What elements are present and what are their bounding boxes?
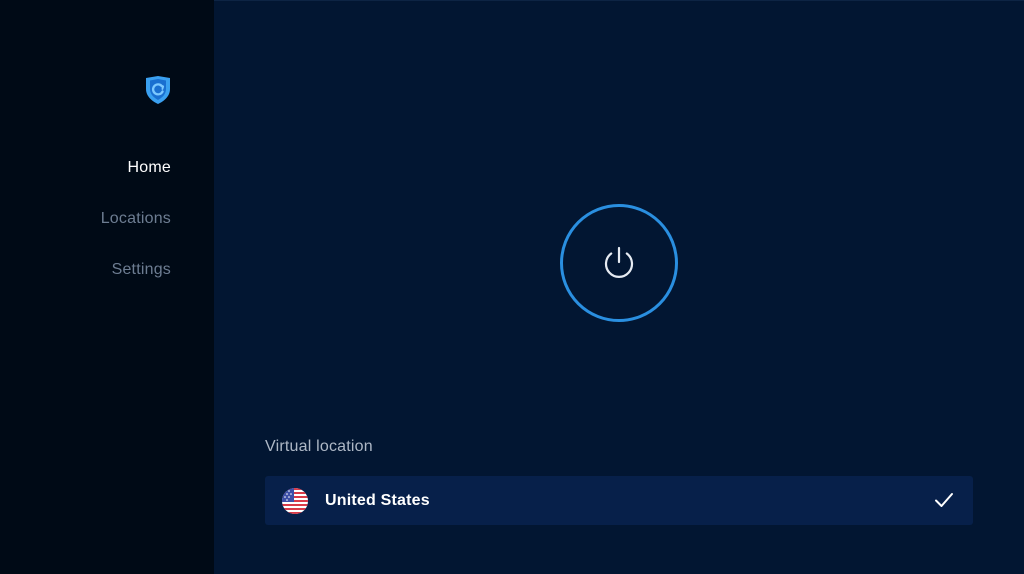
power-icon xyxy=(604,246,634,278)
shield-logo-icon xyxy=(145,75,171,105)
selected-location-name: United States xyxy=(325,491,430,509)
sidebar-item-settings[interactable]: Settings xyxy=(101,258,171,309)
main-panel: Virtual location United States xyxy=(214,0,1024,574)
sidebar-item-locations[interactable]: Locations xyxy=(101,207,171,258)
checkmark-icon xyxy=(934,491,954,509)
us-flag-icon xyxy=(282,487,308,514)
sidebar-nav: Home Locations Settings xyxy=(101,156,171,309)
virtual-location-label: Virtual location xyxy=(265,438,373,455)
virtual-location-selector[interactable]: United States xyxy=(265,476,973,525)
sidebar-item-home[interactable]: Home xyxy=(101,156,171,207)
sidebar: Home Locations Settings xyxy=(0,0,214,574)
app-window: Home Locations Settings Virtual location xyxy=(0,0,1024,574)
connect-power-button[interactable] xyxy=(560,204,678,322)
